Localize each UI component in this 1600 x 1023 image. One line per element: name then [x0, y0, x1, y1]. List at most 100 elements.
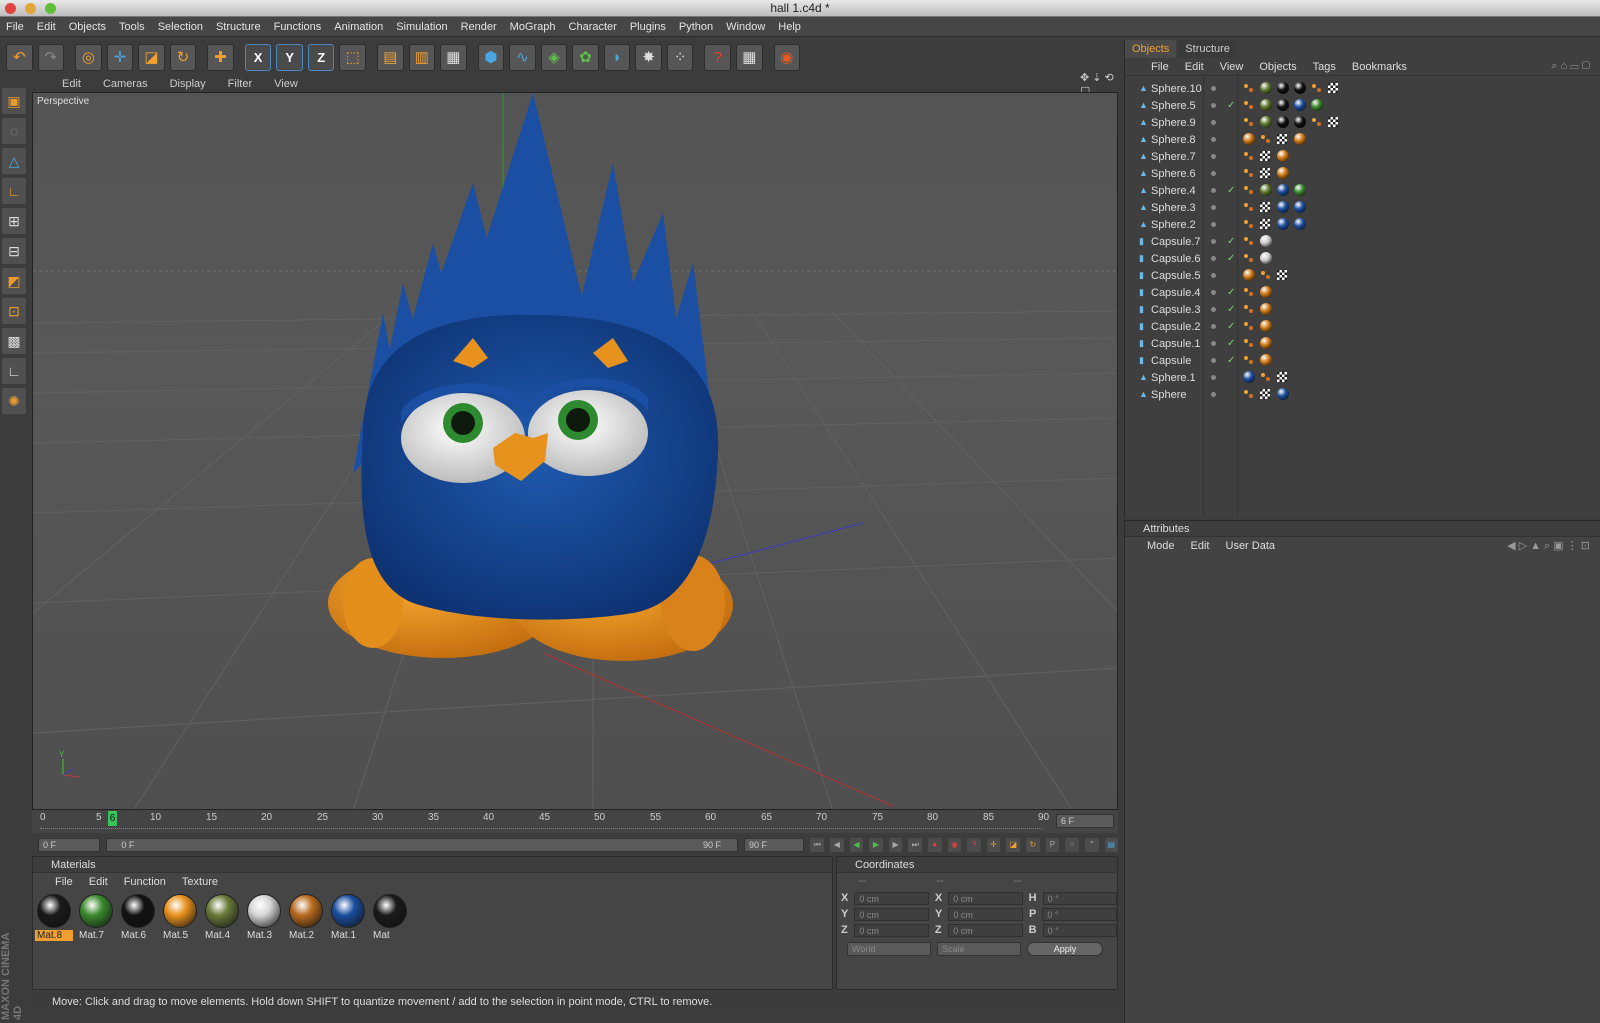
phong-tag-icon[interactable] [1243, 150, 1255, 162]
materials-menu-function[interactable]: Function [124, 876, 166, 888]
play-forwards-icon[interactable]: ▶ [869, 838, 883, 852]
scale-key-icon[interactable]: ◪ [1006, 838, 1021, 852]
next-key-icon[interactable]: ▶ [888, 838, 903, 852]
material-swatch[interactable]: Mat.7 [77, 894, 115, 941]
material-tag-icon[interactable] [1260, 235, 1272, 247]
attributes-nav-icons[interactable]: ◀ ▷ ▲ ⌕ ▣ ⋮ ⊡ [1507, 539, 1590, 553]
coordinate-value-field[interactable]: 0 cm [854, 891, 929, 905]
menu-simulation[interactable]: Simulation [396, 21, 447, 33]
enabled-check-icon[interactable]: ✓ [1227, 100, 1235, 111]
tweak-mode-icon[interactable]: ▩ [2, 328, 26, 354]
texture-tag-icon[interactable] [1260, 389, 1270, 399]
objects-menu-tags[interactable]: Tags [1313, 61, 1336, 73]
visibility-dot[interactable] [1211, 86, 1216, 91]
material-tag-icon[interactable] [1277, 184, 1289, 196]
viewport-menu-cameras[interactable]: Cameras [103, 78, 148, 90]
materials-menu-texture[interactable]: Texture [182, 876, 218, 888]
visibility-dot[interactable] [1211, 120, 1216, 125]
viewport-menu-display[interactable]: Display [170, 78, 206, 90]
attributes-menu-edit[interactable]: Edit [1191, 540, 1210, 552]
object-row[interactable]: ▲ Sphere.5 ✓ [1125, 97, 1600, 114]
enabled-check-icon[interactable]: ✓ [1227, 185, 1235, 196]
visibility-dot[interactable] [1211, 358, 1216, 363]
use-object-mode-icon[interactable]: ◌ [2, 118, 26, 144]
material-tag-icon[interactable] [1243, 133, 1255, 145]
material-swatch[interactable]: Mat.6 [119, 894, 157, 941]
timeline-playhead[interactable]: 6 [108, 811, 117, 826]
phong-tag-icon[interactable] [1243, 184, 1255, 196]
deformer-icon[interactable]: ◗ [603, 43, 631, 71]
end-frame-field[interactable]: 90 F [743, 838, 805, 852]
world-axis-icon[interactable]: ✚ [207, 43, 234, 71]
visibility-dot[interactable] [1211, 103, 1216, 108]
material-tag-icon[interactable] [1277, 167, 1289, 179]
enabled-check-icon[interactable]: ✓ [1227, 321, 1235, 332]
mograph-icon[interactable]: ⁘ [666, 43, 694, 71]
material-tag-icon[interactable] [1243, 371, 1255, 383]
material-tag-icon[interactable] [1260, 337, 1272, 349]
material-tag-icon[interactable] [1260, 184, 1272, 196]
texture-tag-icon[interactable] [1277, 270, 1287, 280]
material-tag-icon[interactable] [1277, 388, 1289, 400]
menu-window[interactable]: Window [726, 21, 765, 33]
phong-tag-icon[interactable] [1243, 99, 1255, 111]
menu-edit[interactable]: Edit [37, 21, 56, 33]
spline-icon[interactable]: ∿ [509, 43, 536, 71]
material-tag-icon[interactable] [1311, 99, 1323, 111]
autokey-icon[interactable]: ◉ [947, 838, 962, 852]
material-swatch[interactable]: Mat.8 [35, 894, 73, 941]
start-frame-field[interactable]: 0 F [38, 838, 101, 852]
timeline-ruler[interactable]: 0 5 10 15 20 25 30 35 40 45 50 55 60 65 … [32, 810, 1118, 833]
redo-icon[interactable]: ↷ [37, 43, 65, 71]
material-tag-icon[interactable] [1294, 116, 1306, 128]
menu-structure[interactable]: Structure [216, 21, 261, 33]
visibility-dot[interactable] [1211, 290, 1216, 295]
objects-menu-objects[interactable]: Objects [1259, 61, 1296, 73]
phong-tag-icon[interactable] [1243, 388, 1255, 400]
material-tag-icon[interactable] [1294, 99, 1306, 111]
phong-tag-icon[interactable] [1243, 82, 1255, 94]
menu-mograph[interactable]: MoGraph [510, 21, 556, 33]
phong-tag-icon[interactable] [1243, 337, 1255, 349]
material-tag-icon[interactable] [1260, 320, 1272, 332]
object-row[interactable]: ▲ Sphere.9 [1125, 114, 1600, 131]
coordinate-value-field[interactable]: 0 ° [1042, 907, 1117, 921]
menu-animation[interactable]: Animation [334, 21, 383, 33]
parameter-key-icon[interactable]: P [1045, 838, 1060, 852]
menu-python[interactable]: Python [679, 21, 713, 33]
material-tag-icon[interactable] [1260, 303, 1272, 315]
render-picture-viewer-icon[interactable]: ▥ [408, 43, 436, 71]
enabled-check-icon[interactable]: ✓ [1227, 355, 1235, 366]
object-row[interactable]: ▲ Sphere [1125, 386, 1600, 403]
material-swatch[interactable]: Mat [371, 894, 409, 941]
material-tag-icon[interactable] [1294, 184, 1306, 196]
material-tag-icon[interactable] [1277, 82, 1289, 94]
rotation-key-icon[interactable]: ↻ [1026, 838, 1040, 852]
object-row[interactable]: ▮ Capsule.4 ✓ [1125, 284, 1600, 301]
object-row[interactable]: ▮ Capsule ✓ [1125, 352, 1600, 369]
visibility-dot[interactable] [1211, 171, 1216, 176]
phong-tag-icon[interactable] [1260, 371, 1272, 383]
menu-selection[interactable]: Selection [158, 21, 203, 33]
materials-menu-file[interactable]: File [55, 876, 73, 888]
material-swatch[interactable]: Mat.2 [287, 894, 325, 941]
phong-tag-icon[interactable] [1260, 269, 1272, 281]
live-selection-icon[interactable]: ◎ [75, 43, 102, 71]
object-row[interactable]: ▲ Sphere.3 [1125, 199, 1600, 216]
position-key-icon[interactable]: ✛ [986, 838, 1001, 852]
material-tag-icon[interactable] [1277, 201, 1289, 213]
workplane-icon[interactable]: ◩ [2, 268, 26, 294]
keyframe-selection-icon[interactable]: ? [967, 838, 981, 852]
material-tag-icon[interactable] [1260, 99, 1272, 111]
phong-tag-icon[interactable] [1311, 82, 1323, 94]
visibility-dot[interactable] [1211, 239, 1216, 244]
visibility-dot[interactable] [1211, 188, 1216, 193]
snap-icon[interactable]: ∟ [2, 358, 26, 384]
object-row[interactable]: ▲ Sphere.2 [1125, 216, 1600, 233]
perspective-viewport[interactable]: Y Perspective [32, 92, 1118, 810]
phong-tag-icon[interactable] [1243, 116, 1255, 128]
nurbs-icon[interactable]: ◈ [540, 43, 568, 71]
objects-menu-file[interactable]: File [1151, 61, 1169, 73]
enabled-check-icon[interactable]: ✓ [1227, 236, 1235, 247]
object-row[interactable]: ▲ Sphere.10 [1125, 80, 1600, 97]
